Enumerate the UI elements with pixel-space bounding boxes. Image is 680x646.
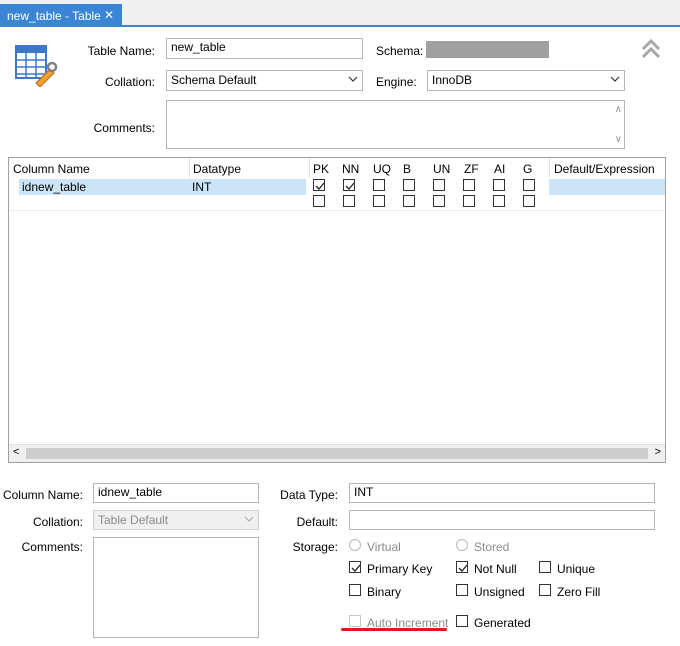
header-un[interactable]: UN: [433, 162, 450, 176]
default-expression-cell[interactable]: [549, 179, 665, 195]
collation-value: Schema Default: [171, 73, 257, 87]
collation-select[interactable]: Schema Default: [166, 70, 363, 91]
primary-key-label: Primary Key: [367, 562, 433, 576]
engine-value: InnoDB: [432, 73, 473, 87]
ai-checkbox[interactable]: [493, 195, 505, 207]
columns-grid[interactable]: Column Name Datatype PK NN UQ B UN ZF AI…: [8, 157, 666, 463]
chevron-down-icon: [610, 76, 620, 82]
header-datatype[interactable]: Datatype: [193, 162, 241, 176]
default-input[interactable]: [349, 510, 655, 530]
data-type-input[interactable]: INT: [349, 483, 655, 503]
storage-label: Storage:: [292, 540, 338, 554]
stored-label: Stored: [474, 540, 510, 554]
table-name-label: Table Name:: [87, 44, 155, 58]
b-checkbox[interactable]: [403, 179, 415, 191]
unsigned-label: Unsigned: [474, 585, 525, 599]
chevron-double-up-icon[interactable]: [640, 38, 662, 60]
generated-label: Generated: [474, 616, 531, 630]
highlight-underline: [341, 628, 447, 631]
scroll-up-icon[interactable]: ∧: [615, 104, 622, 115]
g-checkbox[interactable]: [523, 179, 535, 191]
scroll-left-icon[interactable]: <: [13, 446, 19, 458]
tab-label: new_table - Table: [7, 9, 101, 23]
generated-checkbox[interactable]: [456, 615, 468, 627]
scrollbar-thumb[interactable]: [26, 448, 648, 459]
header-default-expression[interactable]: Default/Expression: [554, 162, 655, 176]
pk-checkbox[interactable]: [313, 195, 325, 207]
column-collation-value: Table Default: [98, 513, 169, 527]
virtual-radio[interactable]: [349, 539, 361, 551]
column-name-input[interactable]: idnew_table: [93, 483, 259, 503]
schema-label: Schema:: [376, 44, 424, 58]
tab-new-table[interactable]: new_table - Table ✕: [0, 4, 122, 27]
collation-label: Collation:: [32, 515, 83, 529]
zero-fill-checkbox[interactable]: [539, 584, 551, 596]
table-edit-icon: [14, 43, 58, 88]
header-zf[interactable]: ZF: [464, 162, 479, 176]
scroll-down-icon[interactable]: ∨: [615, 134, 622, 145]
un-checkbox[interactable]: [433, 179, 445, 191]
uq-checkbox[interactable]: [373, 179, 385, 191]
header-g[interactable]: G: [523, 162, 532, 176]
column-name-label: Column Name:: [2, 488, 83, 502]
not-null-label: Not Null: [474, 562, 517, 576]
g-checkbox[interactable]: [523, 195, 535, 207]
primary-key-checkbox[interactable]: [349, 561, 361, 573]
close-icon[interactable]: ✕: [104, 9, 114, 22]
column-collation-select[interactable]: Table Default: [93, 510, 259, 530]
header-nn[interactable]: NN: [342, 162, 359, 176]
header-ai[interactable]: AI: [494, 162, 505, 176]
unique-label: Unique: [557, 562, 596, 576]
ai-checkbox[interactable]: [493, 179, 505, 191]
collation-label: Collation:: [104, 75, 155, 89]
unique-checkbox[interactable]: [539, 561, 551, 573]
not-null-checkbox[interactable]: [456, 561, 468, 573]
zero-fill-label: Zero Fill: [557, 585, 601, 599]
zf-checkbox[interactable]: [463, 179, 475, 191]
nn-checkbox[interactable]: [343, 195, 355, 207]
binary-label: Binary: [367, 585, 402, 599]
header-pk[interactable]: PK: [313, 162, 329, 176]
scroll-right-icon[interactable]: >: [655, 446, 661, 458]
auto-increment-checkbox[interactable]: [349, 615, 361, 627]
row-column-name[interactable]: idnew_table: [22, 180, 86, 194]
virtual-label: Virtual: [367, 540, 401, 554]
stored-radio[interactable]: [456, 539, 468, 551]
binary-checkbox[interactable]: [349, 584, 361, 596]
comments-label: Comments:: [93, 121, 155, 135]
unsigned-checkbox[interactable]: [456, 584, 468, 596]
table-editor: Table Name: new_table Schema: Collation:…: [0, 27, 680, 646]
schema-value-redacted: [426, 41, 549, 58]
un-checkbox[interactable]: [433, 195, 445, 207]
zf-checkbox[interactable]: [463, 195, 475, 207]
row-datatype[interactable]: INT: [192, 180, 211, 194]
pk-checkbox[interactable]: [313, 179, 325, 191]
tab-strip: new_table - Table ✕: [0, 0, 680, 27]
default-label: Default:: [296, 515, 338, 529]
engine-label: Engine:: [376, 75, 417, 89]
uq-checkbox[interactable]: [373, 195, 385, 207]
header-uq[interactable]: UQ: [373, 162, 391, 176]
b-checkbox[interactable]: [403, 195, 415, 207]
header-column-name[interactable]: Column Name: [13, 162, 90, 176]
column-comments-textarea[interactable]: [93, 537, 259, 638]
chevron-down-icon: [348, 76, 358, 82]
table-comments-textarea[interactable]: ∧ ∨: [166, 100, 625, 149]
horizontal-scrollbar[interactable]: < >: [9, 444, 665, 462]
header-b[interactable]: B: [403, 162, 411, 176]
data-type-label: Data Type:: [280, 488, 338, 502]
table-name-input[interactable]: new_table: [166, 38, 363, 59]
nn-checkbox[interactable]: [343, 179, 355, 191]
column-comments-label: Comments:: [21, 540, 83, 554]
engine-select[interactable]: InnoDB: [427, 70, 625, 91]
